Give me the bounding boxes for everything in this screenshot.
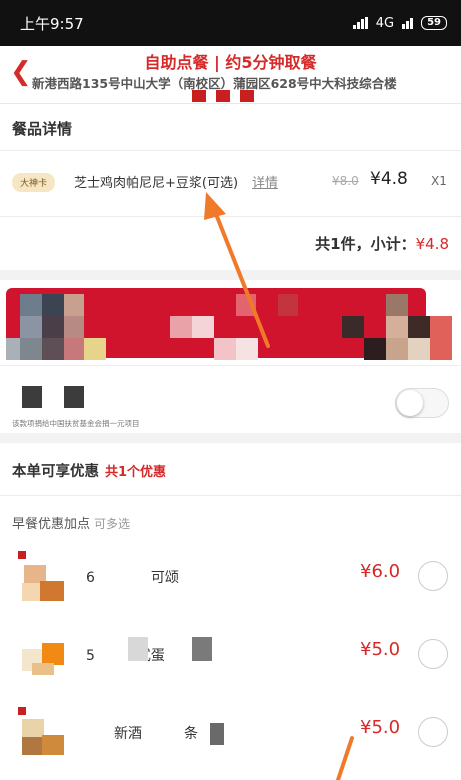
redacted-pixel [84, 338, 106, 360]
addon-subtitle-text: 早餐优惠加点 [12, 517, 91, 532]
redacted-pixel [430, 316, 452, 360]
donation-note: 该款项捐给中国扶贫基金会捐一元项目 [12, 419, 140, 428]
original-price: ¥8.0 [332, 174, 359, 188]
divider [0, 150, 461, 151]
redacted-pixel [42, 316, 64, 338]
offer-price: ¥5.0 [360, 639, 401, 660]
redacted-block [192, 90, 254, 102]
offer-name: 5 式蛋 [86, 648, 165, 664]
page-header: ❮ 自助点餐 | 约5分钟取餐 新港西路135号中山大学（南校区）蒲园区628号… [0, 46, 461, 104]
status-time: 上午9:57 [20, 14, 84, 33]
member-badge: 大神卡 [12, 173, 56, 192]
redacted-pixel [64, 338, 84, 360]
offer-item[interactable]: 6 可颂 ¥6.0 [0, 543, 461, 619]
redacted-pixel [64, 386, 84, 408]
redacted-pixel [20, 338, 42, 360]
offer-name: 6 可颂 [86, 570, 179, 586]
redacted-pixel [210, 723, 224, 745]
offer-radio[interactable] [418, 561, 448, 591]
redacted-pixel [342, 316, 364, 338]
redacted-pixel [6, 338, 20, 360]
redacted-pixel [192, 637, 212, 661]
page-title: 自助点餐 | 约5分钟取餐 [144, 53, 317, 72]
addon-hint: 可多选 [94, 517, 131, 531]
promo-banner[interactable] [0, 280, 461, 365]
redacted-pixel [64, 294, 84, 316]
network-type: 4G [375, 15, 395, 31]
redacted-pixel [278, 294, 298, 316]
item-quantity: X1 [431, 174, 447, 188]
order-detail-card: 餐品详情 大神卡 芝士鸡肉帕尼尼+豆浆(可选) 详情 ¥8.0 ¥4.8 X1 … [0, 104, 461, 270]
offers-card: 本单可享优惠 共1个优惠 早餐优惠加点 可多选 6 可颂 ¥6.0 5 式蛋 ¥5.… [0, 443, 461, 780]
redacted-pixel [386, 316, 408, 338]
current-price: ¥4.8 [370, 169, 408, 189]
donation-option: 该款项捐给中国扶贫基金会捐一元项目 [0, 365, 461, 433]
redacted-pixel [364, 338, 386, 360]
redacted-pixel [386, 294, 408, 316]
order-subtotal: 共1件，小计：¥4.8 [315, 233, 449, 254]
offers-title: 本单可享优惠 共1个优惠 [12, 460, 166, 481]
section-title: 餐品详情 [12, 120, 73, 138]
offer-radio[interactable] [418, 639, 448, 669]
item-name: 芝士鸡肉帕尼尼+豆浆(可选) [74, 176, 239, 191]
redacted-pixel [408, 338, 430, 360]
redacted-pixel [236, 294, 256, 316]
status-icons: 4G 59 [352, 15, 447, 31]
offer-price: ¥6.0 [360, 561, 401, 582]
offer-item[interactable]: 5 式蛋 ¥5.0 [0, 621, 461, 697]
addon-subtitle: 早餐优惠加点 可多选 [12, 513, 130, 532]
offers-count: 共1个优惠 [105, 465, 167, 480]
toggle-knob [397, 390, 423, 416]
croissant-image [18, 551, 68, 603]
divider [0, 495, 461, 496]
redacted-pixel [214, 338, 236, 360]
wifi-signal-icon [402, 17, 414, 29]
redacted-pixel [408, 316, 430, 338]
egg-tart-image [18, 629, 68, 681]
divider [0, 216, 461, 217]
redacted-pixel [22, 386, 42, 408]
redacted-pixel [64, 316, 84, 338]
redacted-pixel [128, 637, 148, 661]
snack-image [18, 707, 68, 759]
offer-name: 新酒 条 [86, 726, 198, 742]
redacted-pixel [42, 294, 64, 316]
offer-item[interactable]: 新酒 条 ¥5.0 [0, 699, 461, 775]
subtotal-label: 共1件，小计： [315, 235, 416, 253]
redacted-pixel [192, 316, 214, 338]
offers-title-text: 本单可享优惠 [12, 464, 99, 480]
offer-price: ¥5.0 [360, 717, 401, 738]
offer-radio[interactable] [418, 717, 448, 747]
battery-icon: 59 [421, 16, 447, 30]
redacted-pixel [236, 338, 258, 360]
subtotal-price: ¥4.8 [415, 235, 449, 253]
redacted-pixel [170, 316, 192, 338]
redacted-pixel [20, 316, 42, 338]
detail-link[interactable]: 详情 [252, 172, 278, 191]
redacted-pixel [20, 294, 42, 316]
signal-icon [352, 17, 368, 29]
donation-toggle[interactable] [395, 388, 449, 418]
redacted-pixel [42, 338, 64, 360]
redacted-pixel [386, 338, 408, 360]
status-bar: 上午9:57 4G 59 [0, 0, 461, 46]
